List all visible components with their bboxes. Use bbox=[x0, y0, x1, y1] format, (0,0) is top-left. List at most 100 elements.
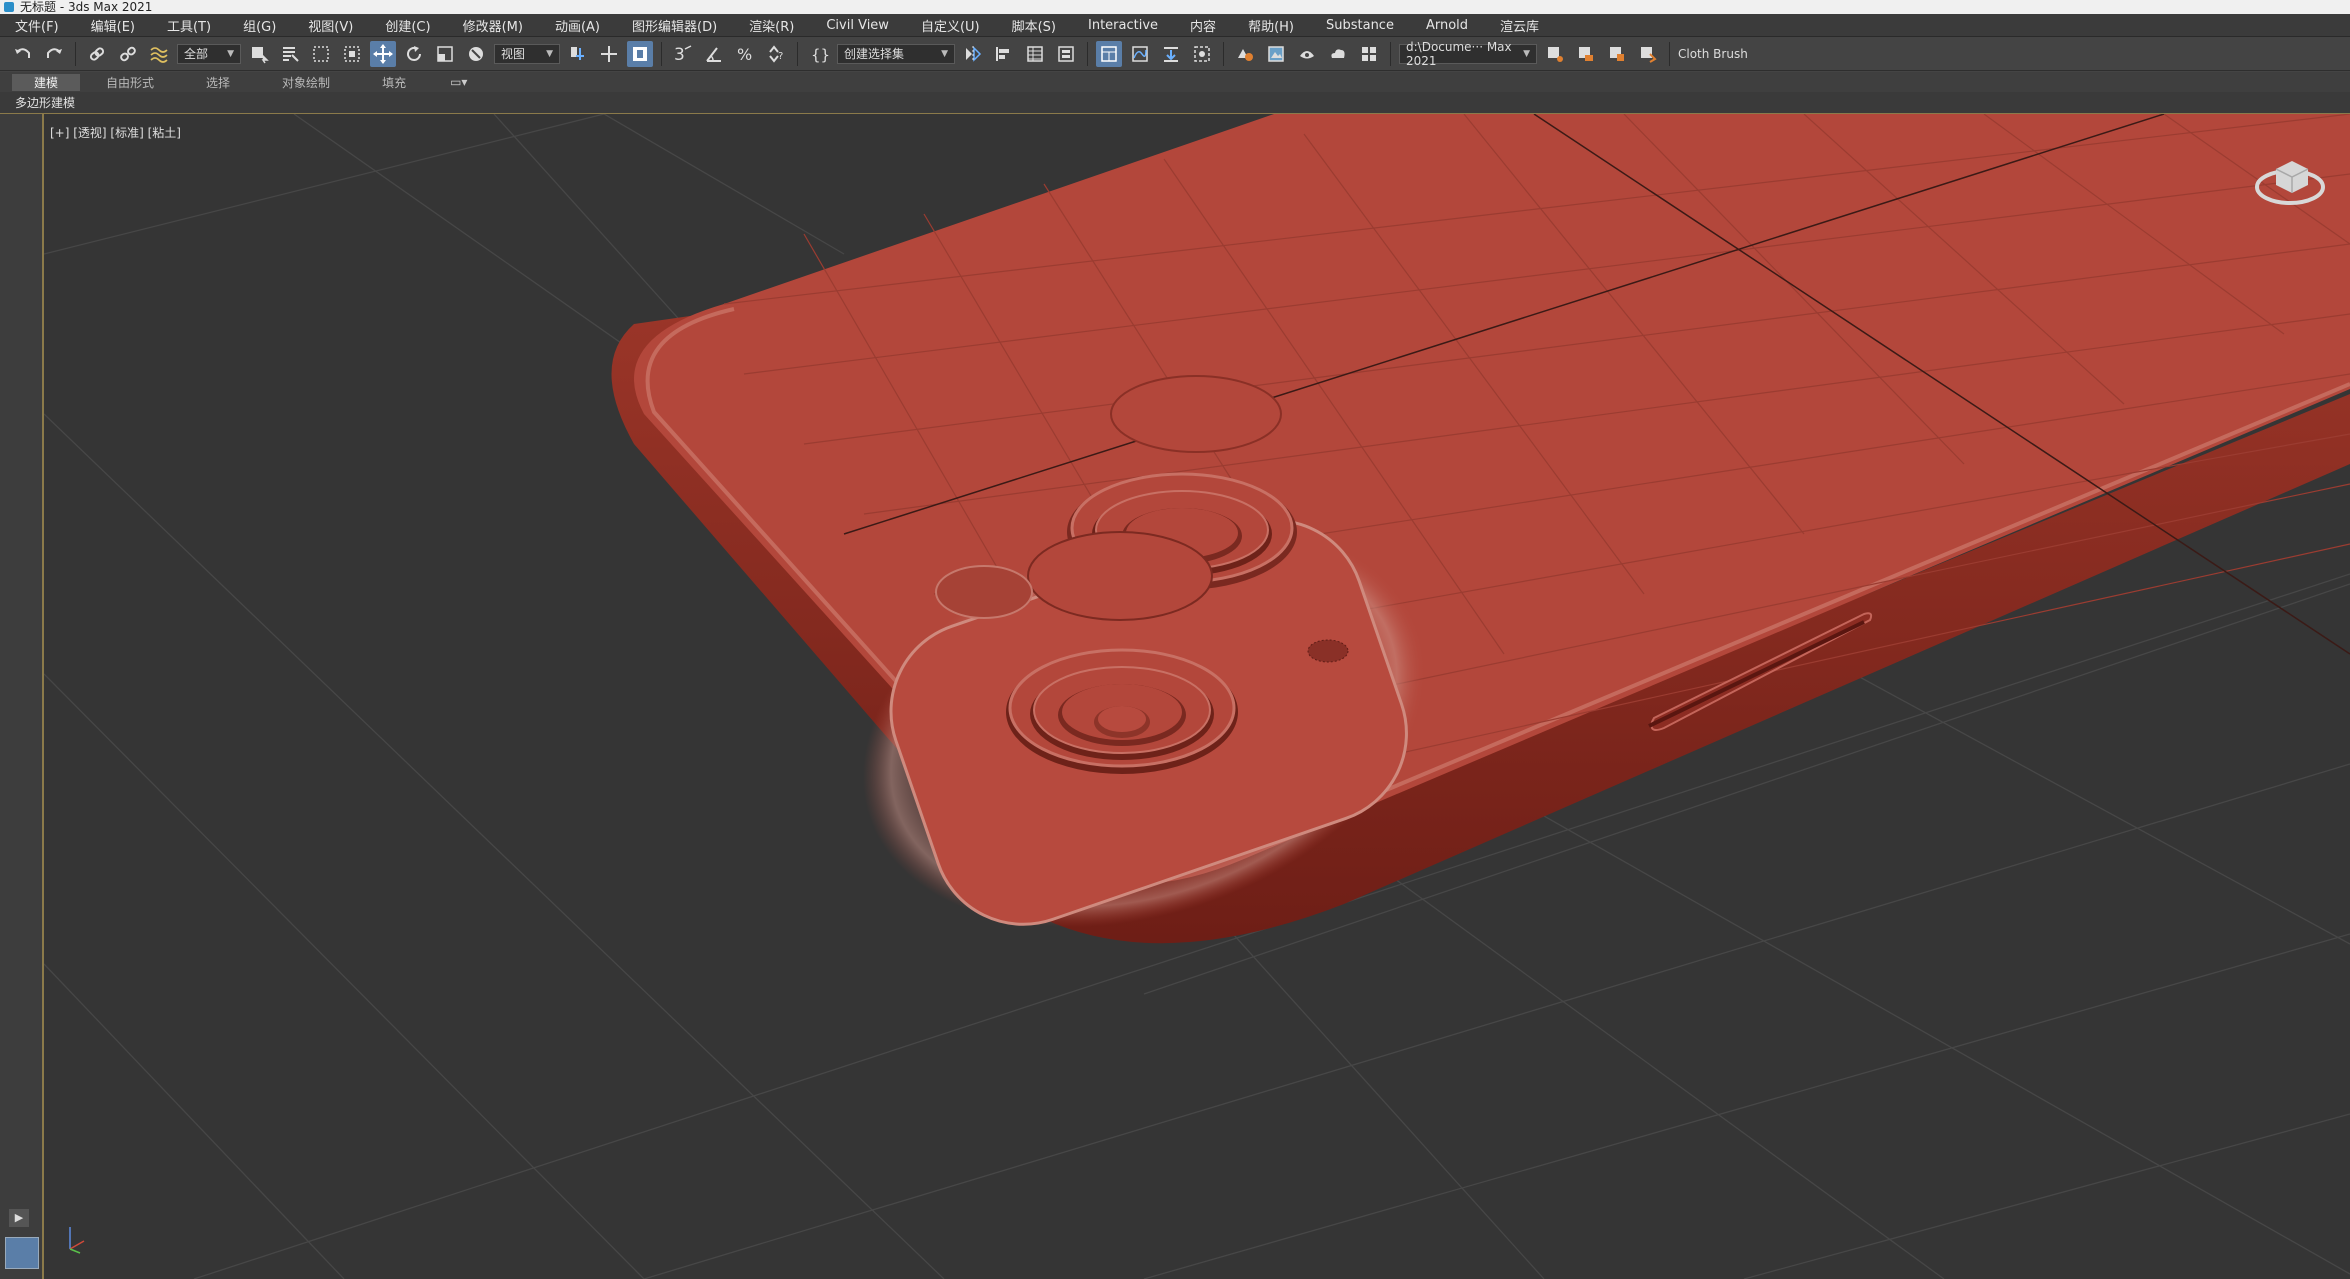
menu-item[interactable]: Substance bbox=[1311, 18, 1411, 33]
ribbon-tabs: 建模 自由形式 选择 对象绘制 填充 ▭▾ bbox=[0, 72, 2350, 93]
window-title: 无标题 - 3ds Max 2021 bbox=[20, 0, 153, 14]
move-icon[interactable] bbox=[370, 40, 396, 67]
perspective-viewport[interactable]: [+] [透视] [标准] [粘土] bbox=[44, 114, 2350, 1279]
menu-item[interactable]: Interactive bbox=[1073, 18, 1175, 33]
project-path-dropdown[interactable]: d:\Docume··· Max 2021 ▼ bbox=[1399, 40, 1537, 68]
named-selection-dropdown[interactable]: 创建选择集 ▼ bbox=[837, 43, 955, 64]
app-logo-icon bbox=[4, 2, 14, 12]
schematic-view-icon[interactable] bbox=[1158, 41, 1184, 67]
mirror-icon[interactable] bbox=[960, 41, 986, 67]
layer-explorer-icon[interactable] bbox=[1053, 41, 1079, 67]
ribbon-tab[interactable]: 填充 bbox=[356, 74, 432, 91]
menu-item[interactable]: 渲染(R) bbox=[734, 16, 811, 35]
scene-explorer-icon[interactable] bbox=[1022, 41, 1048, 67]
unlink-icon[interactable] bbox=[115, 41, 141, 67]
ribbon-subtitle: 多边形建模 bbox=[15, 96, 76, 110]
selection-filter-dropdown[interactable]: 全部 ▼ bbox=[177, 43, 241, 64]
render-in-cloud-icon[interactable] bbox=[1325, 41, 1351, 67]
named-selection-value: 创建选择集 bbox=[844, 47, 905, 61]
menu-item[interactable]: 内容 bbox=[1175, 16, 1233, 35]
menu-item[interactable]: 动画(A) bbox=[540, 16, 617, 35]
chevron-down-icon: ▼ bbox=[227, 48, 234, 59]
microphone-hole bbox=[1307, 639, 1349, 663]
toolbar-separator bbox=[661, 41, 662, 66]
bind-space-warp-icon[interactable] bbox=[146, 41, 172, 67]
ribbon-tab[interactable]: 自由形式 bbox=[80, 74, 180, 91]
menu-item[interactable]: 帮助(H) bbox=[1233, 16, 1311, 35]
select-by-name-icon[interactable] bbox=[277, 41, 303, 67]
curve-editor-icon[interactable] bbox=[1127, 41, 1153, 67]
menu-item[interactable]: 视图(V) bbox=[293, 16, 370, 35]
undo-icon[interactable] bbox=[10, 41, 36, 67]
svg-text:{}: {} bbox=[811, 46, 829, 64]
scale-icon[interactable] bbox=[432, 41, 458, 67]
reference-coord-value: 视图 bbox=[501, 47, 526, 61]
angle-snap-icon[interactable] bbox=[701, 41, 727, 67]
chevron-down-icon: ▼ bbox=[546, 48, 553, 59]
selection-filter-value: 全部 bbox=[184, 47, 209, 61]
snap-value: 3 bbox=[674, 45, 685, 65]
save-file-icon[interactable] bbox=[1604, 41, 1630, 67]
redo-icon[interactable] bbox=[41, 41, 67, 67]
chevron-down-icon: ▼ bbox=[941, 48, 948, 59]
small-sensor bbox=[935, 565, 1033, 619]
axis-tripod-icon bbox=[69, 1227, 85, 1254]
menu-item[interactable]: 文件(F) bbox=[0, 16, 76, 35]
ribbon-minimize-icon[interactable]: ▭▾ bbox=[450, 75, 467, 89]
svg-text:?: ? bbox=[778, 51, 783, 62]
spinner-snap-icon[interactable]: ? bbox=[763, 41, 789, 67]
title-bar: 无标题 - 3ds Max 2021 bbox=[0, 0, 2350, 14]
rotate-icon[interactable] bbox=[401, 41, 427, 67]
reference-coord-dropdown[interactable]: 视图 ▼ bbox=[494, 43, 560, 64]
viewport-label[interactable]: [+] [透视] [标准] [粘土] bbox=[50, 124, 181, 141]
export-file-icon[interactable] bbox=[1635, 41, 1661, 67]
viewport-canvas[interactable] bbox=[44, 114, 2350, 1279]
pivot-center-icon[interactable] bbox=[565, 41, 591, 67]
viewport-layout-panel: ▶ bbox=[0, 114, 44, 1279]
rendered-frame-window-icon[interactable] bbox=[1263, 41, 1289, 67]
lower-camera-lens bbox=[1006, 648, 1238, 774]
cloth-brush-label[interactable]: Cloth Brush bbox=[1678, 47, 1748, 61]
open-file-icon[interactable] bbox=[1573, 41, 1599, 67]
select-object-icon[interactable] bbox=[246, 41, 272, 67]
menu-item[interactable]: 脚本(S) bbox=[997, 16, 1073, 35]
ribbon-tab[interactable]: 建模 bbox=[12, 73, 81, 91]
placement-icon[interactable] bbox=[463, 41, 489, 67]
menu-item[interactable]: Civil View bbox=[811, 18, 906, 33]
toolbar-separator bbox=[797, 41, 798, 66]
ribbon-tab[interactable]: 对象绘制 bbox=[256, 74, 356, 91]
snaps-toggle-icon[interactable]: 3 bbox=[670, 41, 696, 67]
project-path-value: d:\Docume··· Max 2021 bbox=[1406, 39, 1512, 68]
window-crossing-icon[interactable] bbox=[339, 41, 365, 67]
link-icon[interactable] bbox=[84, 41, 110, 67]
menu-item[interactable]: 工具(T) bbox=[152, 16, 228, 35]
menu-item[interactable]: 自定义(U) bbox=[906, 16, 997, 35]
toolbar-separator bbox=[1087, 41, 1088, 66]
menu-item[interactable]: 渲云库 bbox=[1485, 16, 1556, 35]
viewport-layout-thumbnail[interactable] bbox=[5, 1237, 39, 1269]
top-circle-feature bbox=[1110, 375, 1282, 453]
project-folder-icon[interactable] bbox=[1542, 41, 1568, 67]
expand-arrow-icon[interactable]: ▶ bbox=[9, 1209, 29, 1227]
rectangular-selection-icon[interactable] bbox=[308, 41, 334, 67]
align-icon[interactable] bbox=[991, 41, 1017, 67]
select-manipulate-icon[interactable] bbox=[596, 41, 622, 67]
menu-item[interactable]: 组(G) bbox=[228, 16, 293, 35]
edit-named-selection-icon[interactable]: {} bbox=[806, 41, 832, 67]
menu-item[interactable]: 修改器(M) bbox=[448, 16, 540, 35]
ribbon-tab[interactable]: 选择 bbox=[180, 74, 256, 91]
chevron-down-icon: ▼ bbox=[1523, 48, 1530, 59]
percent-snap-icon[interactable]: % bbox=[732, 41, 758, 67]
toggle-ribbon-icon[interactable] bbox=[1096, 40, 1122, 67]
render-gallery-icon[interactable] bbox=[1356, 41, 1382, 67]
render-production-icon[interactable] bbox=[1294, 41, 1320, 67]
svg-text:%: % bbox=[737, 45, 752, 64]
menu-item[interactable]: Arnold bbox=[1411, 18, 1485, 33]
menu-item[interactable]: 编辑(E) bbox=[76, 16, 152, 35]
material-editor-icon[interactable] bbox=[1189, 41, 1215, 67]
render-setup-icon[interactable] bbox=[1232, 41, 1258, 67]
flash-disc bbox=[1027, 531, 1213, 621]
menu-item[interactable]: 图形编辑器(D) bbox=[617, 16, 734, 35]
menu-item[interactable]: 创建(C) bbox=[370, 16, 447, 35]
keyboard-shortcut-override-icon[interactable] bbox=[627, 40, 653, 67]
